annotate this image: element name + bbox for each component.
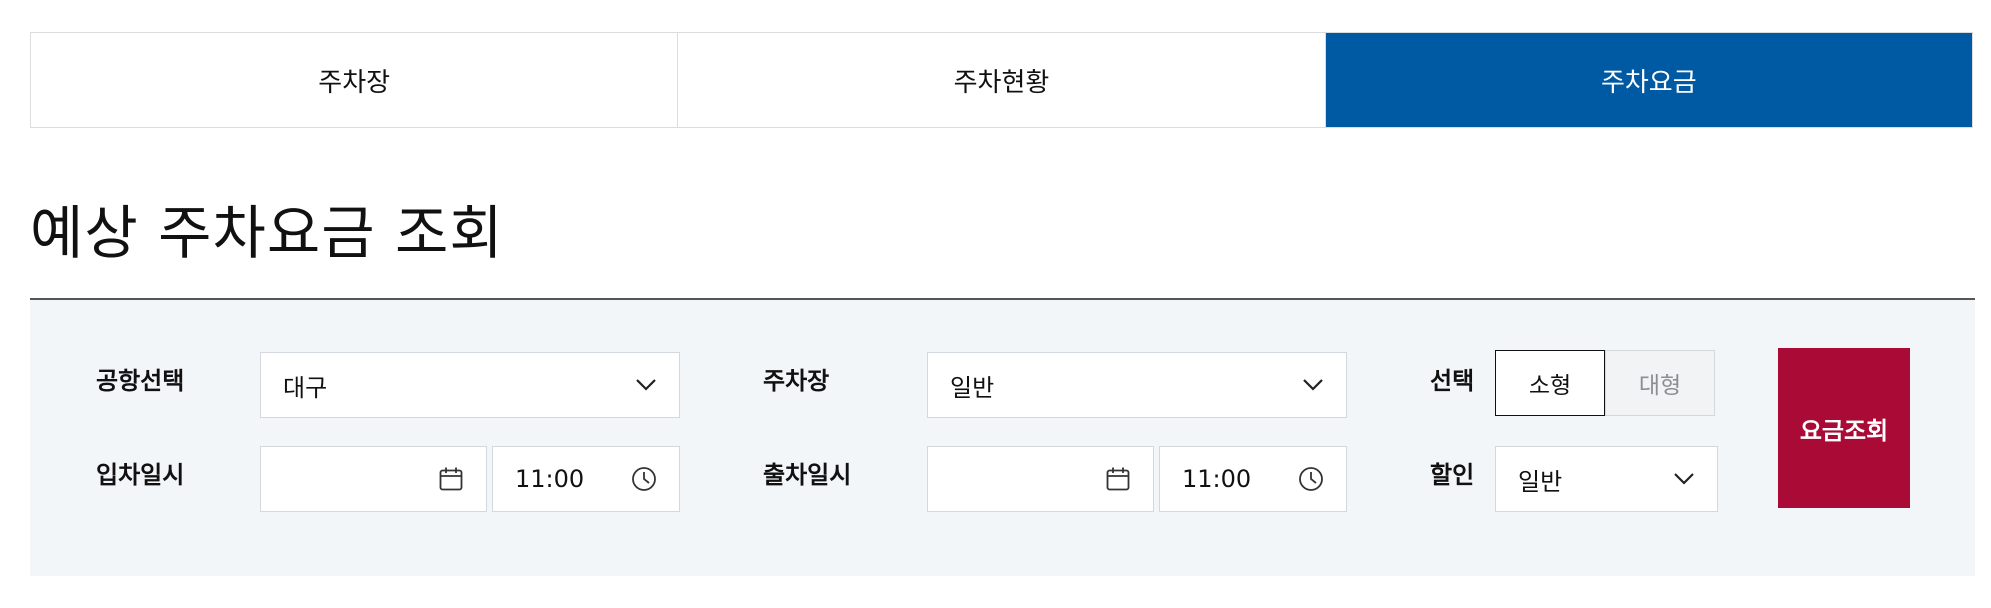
discount-label: 할인 xyxy=(1430,461,1475,489)
airport-label: 공항선택 xyxy=(96,367,185,395)
exit-datetime-label: 출차일시 xyxy=(763,461,852,489)
tab-parking-lot[interactable]: 주차장 xyxy=(31,33,679,127)
chevron-down-icon xyxy=(1302,378,1324,392)
chevron-down-icon xyxy=(635,378,657,392)
airport-select[interactable]: 대구 xyxy=(260,352,680,418)
discount-select-value: 일반 xyxy=(1518,467,1563,496)
entry-time-input[interactable]: 11:00 xyxy=(492,446,680,512)
airport-select-value: 대구 xyxy=(283,373,328,402)
page-title: 예상 주차요금 조회 xyxy=(30,199,504,267)
calendar-icon[interactable] xyxy=(438,466,464,492)
tab-bar: 주차장 주차현황 주차요금 xyxy=(30,32,1973,128)
parking-lot-label: 주차장 xyxy=(763,367,830,395)
clock-icon[interactable] xyxy=(631,466,657,492)
car-type-large-option[interactable]: 대형 xyxy=(1605,350,1715,416)
clock-icon[interactable] xyxy=(1298,466,1324,492)
parking-lot-select[interactable]: 일반 xyxy=(927,352,1347,418)
calendar-icon[interactable] xyxy=(1105,466,1131,492)
fee-query-panel: 공항선택 대구 주차장 일반 선택 소형 대형 입차일시 11:00 출차일시 xyxy=(30,298,1975,576)
tab-parking-status[interactable]: 주차현황 xyxy=(678,33,1326,127)
fee-query-button[interactable]: 요금조회 xyxy=(1778,348,1910,508)
entry-time-value: 11:00 xyxy=(515,465,585,493)
car-type-label: 선택 xyxy=(1430,367,1475,395)
exit-time-value: 11:00 xyxy=(1182,465,1252,493)
car-type-small-option[interactable]: 소형 xyxy=(1495,350,1605,416)
exit-time-input[interactable]: 11:00 xyxy=(1159,446,1347,512)
tab-parking-fee[interactable]: 주차요금 xyxy=(1325,33,1972,127)
chevron-down-icon xyxy=(1673,472,1695,486)
exit-date-input[interactable] xyxy=(927,446,1154,512)
discount-select[interactable]: 일반 xyxy=(1495,446,1718,512)
parking-lot-select-value: 일반 xyxy=(950,373,995,402)
entry-datetime-label: 입차일시 xyxy=(96,461,185,489)
entry-date-input[interactable] xyxy=(260,446,487,512)
